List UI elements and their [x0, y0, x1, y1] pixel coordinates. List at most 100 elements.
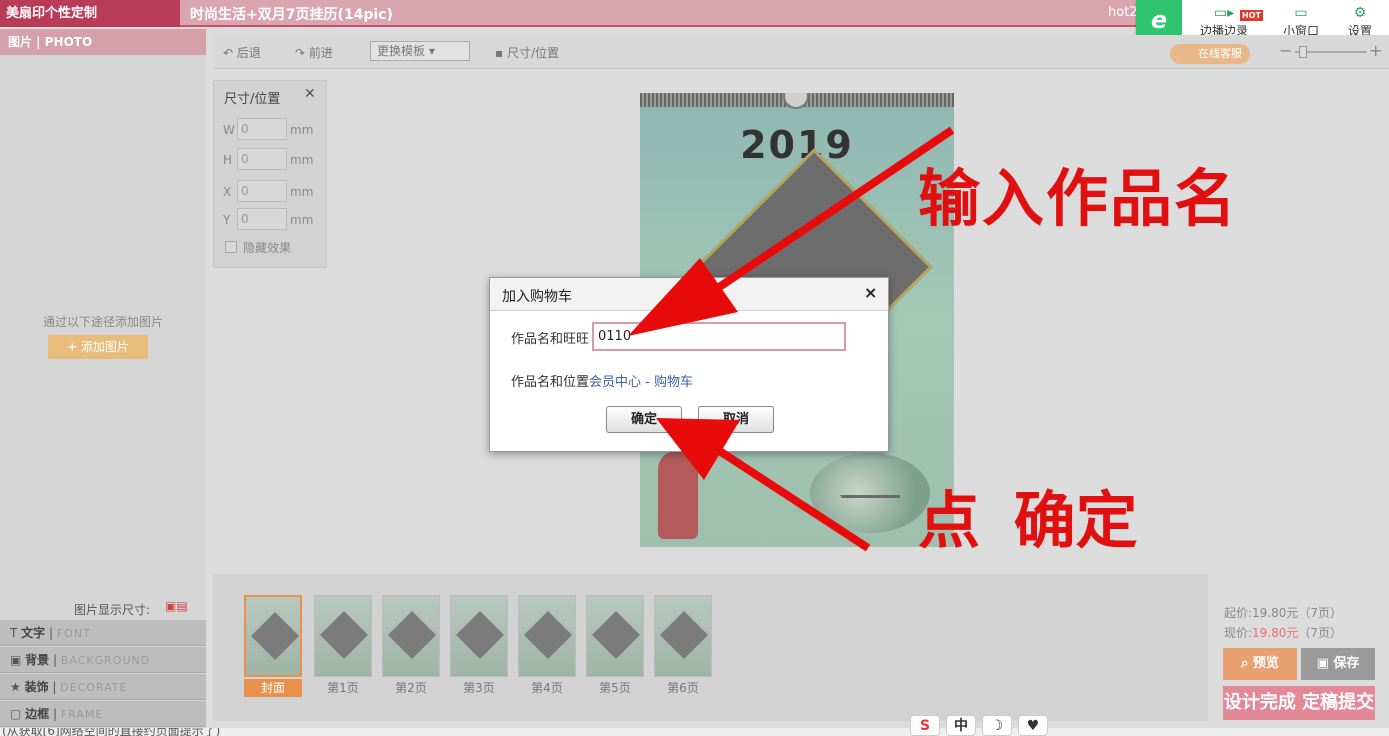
original-price: 起价:19.80元（7页） — [1224, 604, 1342, 621]
width-label: W — [223, 123, 235, 137]
x-input[interactable]: 0 — [237, 180, 287, 202]
thumbnail-page-2[interactable] — [382, 595, 440, 677]
height-unit: mm — [290, 153, 314, 167]
sidebar-tab-en: FONT — [56, 627, 91, 640]
hot-label: hot2 — [1108, 5, 1138, 20]
gear-icon: ⚙ — [1353, 5, 1367, 21]
close-icon[interactable]: ✕ — [304, 86, 316, 102]
girl-illustration — [658, 451, 698, 539]
annotation-step1: 输入作品名 — [918, 162, 1239, 235]
background-icon: ▣ — [10, 653, 22, 667]
undo-button[interactable]: ↶ 后退 — [223, 44, 261, 61]
image-size-icon[interactable]: ▣▤ — [165, 599, 188, 613]
redo-label: 前进 — [308, 46, 333, 60]
online-service-button[interactable]: 在线客服 — [1170, 44, 1250, 64]
price-pages: （7页） — [1298, 606, 1343, 620]
width-input[interactable]: 0 — [237, 118, 287, 140]
add-image-button[interactable]: + 添加图片 — [48, 335, 148, 359]
sidebar-tab-font[interactable]: T 文字 | FONT — [0, 620, 206, 646]
dialog-note: 作品名和位置会员中心 - 购物车 — [511, 371, 693, 390]
thumbnail-page-5[interactable] — [586, 595, 644, 677]
zoom-out-button[interactable]: − — [1279, 41, 1292, 60]
annotation-step2: 点 确定 — [918, 484, 1138, 557]
document-title: 时尚生活+双月7页挂历(14pic) — [190, 7, 393, 23]
thumbnail-page-6[interactable] — [654, 595, 712, 677]
sidebar-tab-background[interactable]: ▣ 背景 | BACKGROUND — [0, 647, 206, 673]
size-position-button[interactable]: ▪ 尺寸/位置 — [495, 44, 559, 61]
dialog-header: 加入购物车 × — [490, 278, 888, 311]
thumbnail-cover[interactable] — [244, 595, 302, 677]
thumbnail-label: 第4页 — [531, 681, 563, 695]
search-icon: ⌕ — [1241, 656, 1253, 671]
frame-icon: ▢ — [10, 707, 22, 721]
thumbnail-label: 第6页 — [667, 681, 699, 695]
sidebar-tab-en: FRAME — [60, 708, 104, 721]
thumbnail-label: 第3页 — [463, 681, 495, 695]
page-thumbnail-strip: 封面 第1页 第2页 第3页 第4页 第5页 第6页 — [213, 574, 1208, 721]
left-sidebar: 图片 | PHOTO 通过以下途径添加图片 + 添加图片 图片显示尺寸: ▣▤ … — [0, 29, 206, 728]
redo-button[interactable]: ↷ 前进 — [295, 44, 333, 61]
preview-button[interactable]: ⌕ 预览 — [1223, 648, 1297, 680]
panel-title: 尺寸/位置 — [224, 92, 281, 107]
thumbnail-page-1[interactable] — [314, 595, 372, 677]
moon-icon[interactable]: ☽ — [982, 715, 1012, 736]
editor-toolbar: ↶ 后退 ↷ 前进 更换模板 ▾ ▪ 尺寸/位置 在线客服 − + — [213, 35, 1389, 69]
zoom-slider-handle[interactable] — [1299, 46, 1307, 58]
sidebar-tab-label: 装饰 — [24, 680, 49, 694]
size-position-label: 尺寸/位置 — [506, 46, 559, 60]
sidebar-tab-label: 文字 — [21, 626, 46, 640]
height-input[interactable]: 0 — [237, 148, 287, 170]
sidebar-tab-en: DECORATE — [60, 681, 128, 694]
price-label: 现价: — [1224, 626, 1253, 640]
x-unit: mm — [290, 185, 314, 199]
save-button[interactable]: ▣ 保存 — [1301, 648, 1375, 680]
hide-effect-label: 隐藏效果 — [243, 241, 292, 255]
close-icon[interactable]: × — [864, 283, 877, 302]
confirm-button[interactable]: 确定 — [606, 406, 682, 433]
thumbnail-label: 第1页 — [327, 681, 359, 695]
sidebar-tab-en: BACKGROUND — [60, 654, 151, 667]
shirt-icon[interactable]: ♥ — [1018, 715, 1048, 736]
thumbnail-page-4[interactable] — [518, 595, 576, 677]
price-pages: （7页） — [1298, 626, 1343, 640]
y-unit: mm — [290, 213, 314, 227]
width-unit: mm — [290, 123, 314, 137]
thumbnail-label: 封面 — [244, 679, 302, 697]
status-text: (从获取[6]网络空间的直接约页面提示了) — [2, 728, 221, 736]
table-illustration — [840, 495, 900, 535]
height-label: H — [223, 153, 233, 167]
sidebar-tab-decorate[interactable]: ★ 装饰 | DECORATE — [0, 674, 206, 700]
x-label: X — [223, 185, 232, 199]
submit-design-button[interactable]: 设计完成 定稿提交 — [1223, 686, 1375, 720]
star-icon: ★ — [10, 680, 21, 694]
undo-label: 后退 — [236, 46, 261, 60]
thumbnail-page-3[interactable] — [450, 595, 508, 677]
price-label: 起价: — [1224, 606, 1253, 620]
photo-tab[interactable]: 图片 | PHOTO — [0, 29, 206, 55]
chevron-down-icon: ▾ — [428, 44, 435, 58]
calendar-year: 2019 — [740, 123, 854, 167]
current-price: 现价:19.80元（7页） — [1224, 624, 1342, 641]
member-cart-link[interactable]: 会员中心 - 购物车 — [589, 375, 693, 390]
save-icon: ▣ — [1316, 656, 1334, 671]
text-icon: T — [10, 626, 18, 640]
undo-icon: ↶ — [223, 46, 237, 60]
size-position-icon: ▪ — [495, 46, 507, 60]
work-name-input[interactable]: 0110 — [592, 322, 846, 351]
cancel-button[interactable]: 取消 — [698, 406, 774, 433]
save-label: 保存 — [1333, 656, 1360, 671]
sidebar-tab-label: 边框 — [25, 707, 50, 721]
preview-label: 预览 — [1252, 656, 1279, 671]
chinese-mode-icon[interactable]: 中 — [946, 715, 976, 736]
status-bar: (从获取[6]网络空间的直接约页面提示了) — [0, 728, 1389, 736]
hide-effect-checkbox[interactable] — [225, 241, 237, 253]
zoom-in-button[interactable]: + — [1369, 41, 1382, 60]
sogou-icon[interactable]: S — [910, 715, 940, 736]
hot-badge: HOT — [1240, 10, 1263, 21]
app-logo: 美扇印个性定制 — [0, 0, 180, 27]
template-dropdown[interactable]: 更换模板 ▾ — [370, 41, 470, 61]
sidebar-tab-frame[interactable]: ▢ 边框 | FRAME — [0, 701, 206, 727]
ime-toolbar: S 中 ☽ ♥ — [906, 715, 1056, 736]
y-input[interactable]: 0 — [237, 208, 287, 230]
size-position-panel: 尺寸/位置 ✕ W 0 mm H 0 mm X 0 mm Y 0 mm 隐藏效果 — [213, 80, 327, 268]
